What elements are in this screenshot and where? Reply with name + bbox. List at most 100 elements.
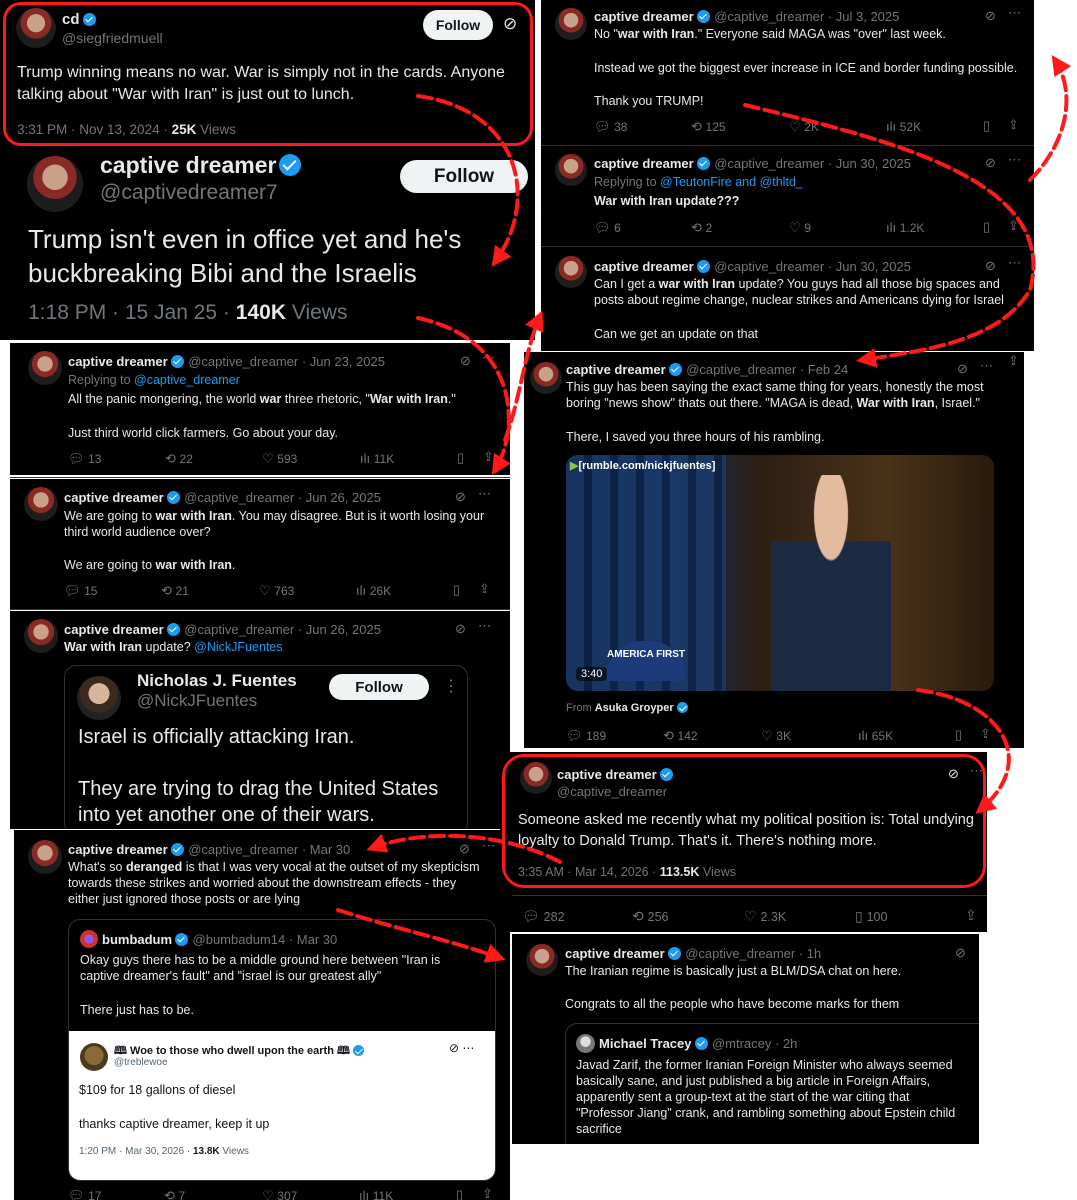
bookmark-icon[interactable]: ▯ [955,727,962,743]
reply-button[interactable]: 💬︎ 13 [68,451,101,467]
tweet-timestamp[interactable]: 1:18 PM · 15 Jan 25 · 140K Views [28,301,347,325]
avatar[interactable] [16,8,56,48]
video-attribution[interactable]: From Asuka Groyper [566,702,688,714]
author-name[interactable]: captive dreamer [64,622,164,637]
repost-button[interactable]: ⟲ 2 [691,220,712,236]
like-button[interactable]: ♡ 2K [789,119,819,135]
video-player[interactable]: AMERICA FIRST ▶[rumble.com/nickjfuentes]… [566,455,994,691]
repost-button[interactable]: ⟲ 21 [161,583,189,599]
more-icon[interactable]: ⋯ [478,618,491,634]
more-icon[interactable]: ⋮ [443,676,459,696]
author-meta[interactable]: @captive_dreamer · Jun 23, 2025 [188,354,385,369]
author-meta[interactable]: @captive_dreamer · Mar 30 [188,842,350,857]
more-icon[interactable]: ⋯ [1008,255,1021,271]
author-name[interactable]: captive dreamer [68,354,168,369]
avatar[interactable] [520,762,552,794]
more-icon[interactable]: ⋯ [980,358,993,374]
views-button[interactable]: ılı 1.2K [886,220,924,235]
tweet-timestamp[interactable]: 3:31 PM · Nov 13, 2024 · 25K Views [17,122,236,137]
author-meta[interactable]: @captive_dreamer · Feb 24 [686,362,848,377]
grok-icon[interactable]: ⊘ [460,353,471,369]
avatar[interactable] [24,619,58,653]
bookmark-icon[interactable]: ▯ [983,219,990,235]
repost-button[interactable]: ⟲ 125 [691,119,726,135]
tweet-timestamp[interactable]: 3:35 AM · Mar 14, 2026 · 113.5K Views [518,865,736,879]
grok-icon[interactable]: ⊘ [985,155,996,171]
author-name[interactable]: captive dreamer [594,259,694,274]
reply-button[interactable]: 💬︎ 6 [594,220,621,236]
avatar[interactable] [555,256,587,288]
follow-button[interactable]: Follow [423,10,493,40]
bookmark-button[interactable]: ▯ 100 [855,908,887,925]
more-icon[interactable]: ⋯ [478,486,491,502]
author-name[interactable]: captive dreamer [594,156,694,171]
avatar[interactable] [555,154,587,186]
reply-button[interactable]: 💬︎ 38 [594,119,627,135]
share-icon[interactable]: ⇪ [483,449,494,465]
author-name[interactable]: captive dreamer [565,946,665,961]
views-button[interactable]: ılı 52K [886,119,921,134]
reply-button[interactable]: 💬︎ 189 [566,728,606,744]
repost-button[interactable]: ⟲ 256 [632,908,668,925]
share-icon[interactable]: ⇪ [479,581,490,597]
author-meta[interactable]: @captive_dreamer · 1h [685,946,821,961]
author-name[interactable]: captive dreamer [566,362,666,377]
avatar[interactable] [24,487,58,521]
author-meta[interactable]: @captive_dreamer · Jul 3, 2025 [714,9,899,24]
avatar[interactable] [576,1034,595,1053]
author-name[interactable]: Nicholas J. Fuentes [137,671,297,691]
grok-icon[interactable]: ⊘ [985,258,996,274]
like-button[interactable]: ♡ 2.3K [744,908,786,925]
grok-icon[interactable]: ⊘ [948,766,959,782]
avatar[interactable] [28,840,62,874]
grok-icon[interactable]: ⊘ [455,489,466,505]
avatar[interactable] [77,676,121,720]
author-handle[interactable]: @captivedreamer7 [100,181,278,205]
quoted-tweet-bumbadum[interactable]: bumbadum @bumbadum14 · Mar 30 Okay guys … [68,919,496,1181]
reply-button[interactable]: 💬︎ 15 [64,583,97,599]
follow-button[interactable]: Follow [400,160,528,193]
author-name[interactable]: cd [62,11,96,28]
bookmark-icon[interactable]: ▯ [456,1187,463,1200]
share-icon[interactable]: ⇪ [965,907,977,924]
follow-button[interactable]: Follow [329,674,429,700]
repost-button[interactable]: ⟲ 22 [165,451,193,467]
bookmark-icon[interactable]: ▯ [457,450,464,466]
grok-icon[interactable]: ⊘ [455,621,466,637]
author-meta[interactable]: @bumbadum14 · Mar 30 [193,932,338,947]
avatar[interactable] [555,8,587,40]
more-icon[interactable]: ⋯ [482,838,495,854]
grok-icon[interactable]: ⊘ [955,945,966,961]
author-handle[interactable]: @NickJFuentes [137,691,257,711]
author-name[interactable]: captive dreamer [100,152,302,179]
author-meta[interactable]: @mtracey · 2h [712,1036,797,1051]
avatar[interactable] [80,930,98,948]
avatar[interactable] [530,362,562,394]
author-name[interactable]: captive dreamer [594,9,694,24]
author-name[interactable]: bumbadum [102,932,172,947]
bookmark-icon[interactable]: ▯ [983,118,990,134]
grok-icon[interactable]: ⊘ [957,361,968,377]
author-meta[interactable]: @captive_dreamer · Jun 30, 2025 [714,259,911,274]
like-button[interactable]: ♡ 307 [262,1188,297,1200]
like-button[interactable]: ♡ 9 [789,220,811,236]
share-icon[interactable]: ⇪ [1008,353,1019,369]
author-meta[interactable]: @captive_dreamer · Jun 30, 2025 [714,156,911,171]
grok-icon[interactable]: ⊘ [459,841,470,857]
quoted-tweet-fuentes[interactable]: Nicholas J. Fuentes @NickJFuentes Follow… [64,665,468,829]
bookmark-icon[interactable]: ▯ [453,582,460,598]
views-button[interactable]: ılı 11K [360,451,394,466]
reply-button[interactable]: 💬︎ 282 [522,908,565,925]
share-icon[interactable]: ⇪ [1008,218,1019,234]
repost-button[interactable]: ⟲ 7 [164,1188,185,1200]
more-icon[interactable]: ⋯ [970,763,983,779]
author-name[interactable]: captive dreamer [557,767,673,782]
reply-mention-link[interactable]: @captive_dreamer [134,373,240,387]
like-button[interactable]: ♡ 763 [259,583,294,599]
repost-button[interactable]: ⟲ 142 [663,728,698,744]
avatar[interactable] [526,944,558,976]
author-meta[interactable]: @captive_dreamer · Jun 26, 2025 [184,622,381,637]
more-icon[interactable]: ⋯ [1008,5,1021,21]
author-name[interactable]: Michael Tracey [599,1036,692,1051]
more-icon[interactable]: ⋯ [482,350,495,366]
